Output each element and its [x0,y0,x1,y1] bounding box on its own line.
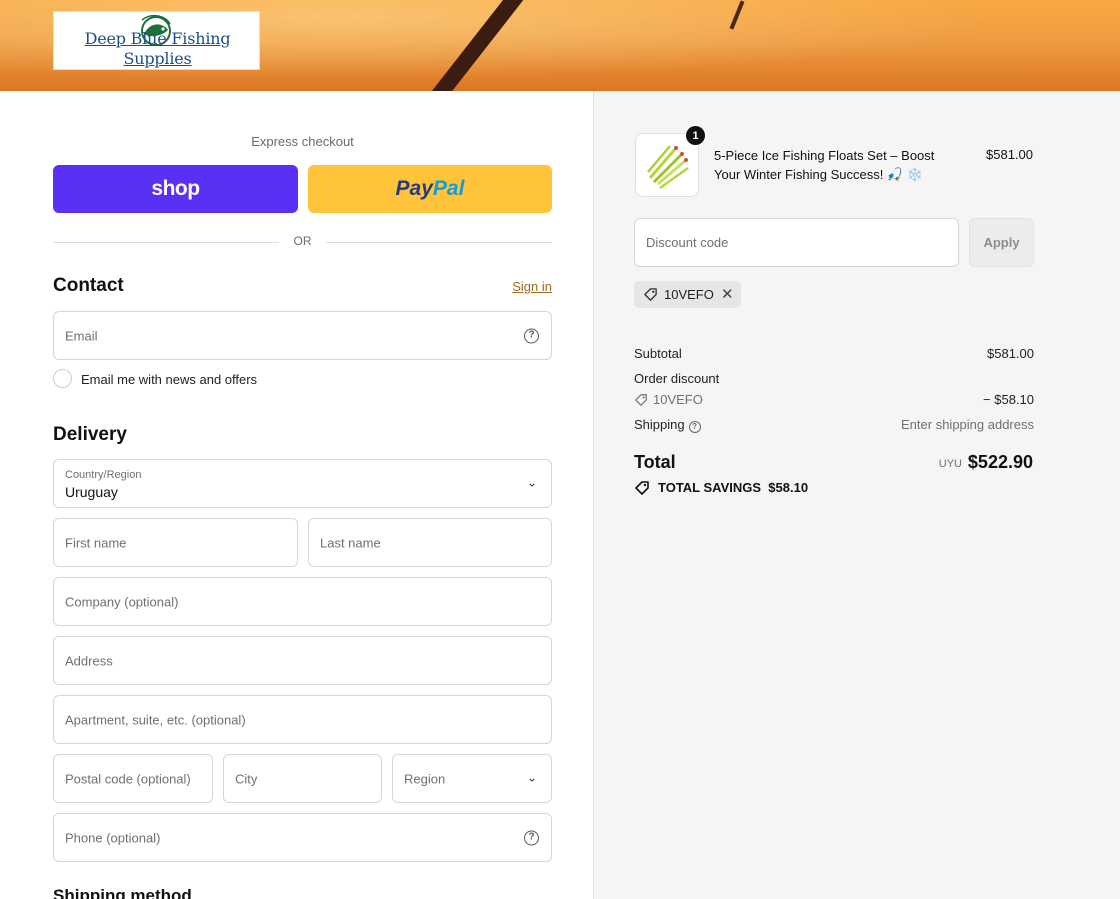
subtotal-row: Subtotal $581.00 [634,346,1034,361]
first-name-placeholder: First name [65,535,127,550]
apartment-placeholder: Apartment, suite, etc. (optional) [65,712,246,727]
city-placeholder: City [235,771,258,786]
subtotal-value: $581.00 [987,346,1034,361]
applied-code-label: 10VEFO [664,287,714,302]
savings-value: $58.10 [768,480,809,495]
remove-code-icon[interactable]: ✕ [721,285,734,303]
delivery-title: Delivery [53,424,127,445]
fishing-rod-graphic [425,0,531,91]
company-placeholder: Company (optional) [65,594,179,609]
discount-code-field[interactable]: Discount code [634,218,959,267]
or-divider: OR [53,234,552,252]
postal-code-field[interactable]: Postal code (optional) [53,754,213,803]
shop-pay-button[interactable]: shop [53,165,298,213]
order-discount-label: Order discount [634,371,720,386]
product-name: 5-Piece Ice Fishing Floats Set – Boost Y… [714,148,935,182]
order-discount-row: Order discount [634,371,1034,386]
currency-code: UYU [938,458,962,470]
last-name-field[interactable]: Last name [308,518,552,567]
product-price: $581.00 [986,147,1033,162]
or-text: OR [293,234,312,248]
applied-discount-chip: 10VEFO ✕ [634,281,741,308]
store-name: Deep Blue Fishing Supplies [84,29,231,68]
shipping-row: Shipping? Enter shipping address [634,417,1034,433]
express-checkout-title: Express checkout [251,134,354,149]
chevron-down-icon: ⌄ [526,770,537,785]
quantity-badge: 1 [685,125,706,146]
store-logo[interactable]: Deep Blue Fishing Supplies [53,11,260,70]
first-name-field[interactable]: First name [53,518,298,567]
help-icon[interactable]: ? [524,328,539,343]
checkout-form-column: Express checkout shop Pay Pal OR Contact … [0,91,593,899]
country-select[interactable]: Country/Region Uruguay ⌄ [53,459,552,508]
paypal-button[interactable]: Pay Pal [308,165,552,213]
last-name-placeholder: Last name [320,535,381,550]
discount-code-placeholder: Discount code [646,235,729,250]
newsletter-label: Email me with news and offers [81,372,258,387]
paypal-label-pal: Pal [432,177,465,200]
shipping-value: Enter shipping address [901,417,1034,432]
total-label: Total [634,452,676,472]
city-field[interactable]: City [223,754,382,803]
total-value: $522.90 [967,452,1033,472]
company-field[interactable]: Company (optional) [53,577,552,626]
chevron-down-icon: ⌄ [526,475,537,490]
country-value: Uruguay [65,484,118,500]
shipping-label: Shipping [634,417,685,432]
phone-placeholder: Phone (optional) [65,830,161,845]
postal-code-placeholder: Postal code (optional) [65,771,191,786]
help-icon[interactable]: ? [688,421,701,433]
discount-code-label: 10VEFO [653,392,703,407]
paypal-label-pay: Pay [395,177,433,200]
contact-title: Contact [53,275,124,296]
discount-value: − $58.10 [983,392,1034,407]
phone-field[interactable]: Phone (optional) ? [53,813,552,862]
header-banner: Deep Blue Fishing Supplies [0,0,1120,91]
help-icon[interactable]: ? [524,830,539,845]
subtotal-label: Subtotal [634,346,682,361]
country-label: Country/Region [65,469,142,481]
tag-icon [644,288,657,301]
shipping-method-title: Shipping method [53,886,192,899]
apply-button[interactable]: Apply [969,218,1034,267]
address-field[interactable]: Address [53,636,552,685]
savings-tag-icon [635,481,649,495]
apartment-field[interactable]: Apartment, suite, etc. (optional) [53,695,552,744]
savings-label: TOTAL SAVINGS [658,480,762,495]
region-select[interactable]: Region ⌄ [392,754,552,803]
sign-in-link[interactable]: Sign in [512,279,552,294]
email-field[interactable]: Email ? [53,311,552,360]
tag-icon [635,394,647,406]
fishing-rod-tip-graphic [729,0,745,30]
order-summary-column: 1 5-Piece Ice Fishing Floats Set – Boost… [593,91,1120,899]
shop-pay-label: shop [151,177,200,200]
product-thumbnail: 1 [635,125,706,197]
email-placeholder: Email [65,328,98,343]
region-placeholder: Region [404,771,446,786]
address-placeholder: Address [65,653,113,668]
newsletter-checkbox[interactable] [53,369,72,388]
